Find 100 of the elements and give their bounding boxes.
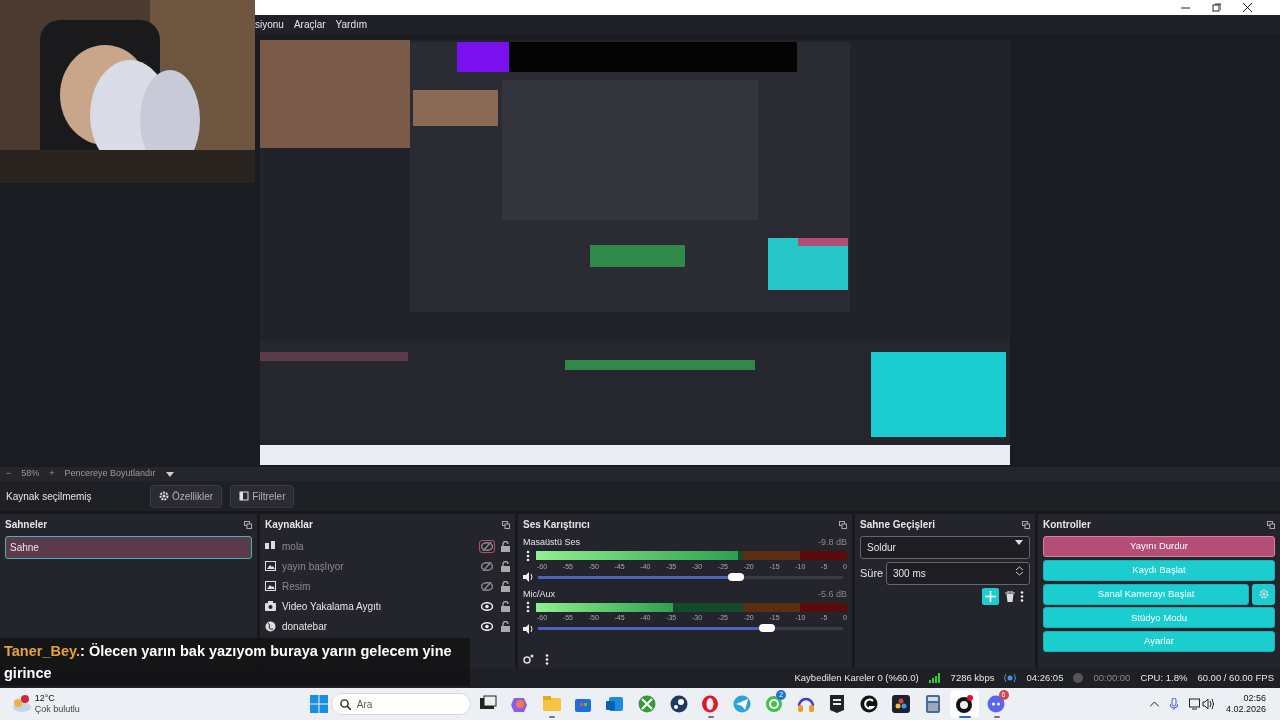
channel-name: Masaüstü Ses	[523, 536, 581, 549]
menu-item[interactable]: Araçlar	[293, 16, 326, 32]
source-name[interactable]: Resim	[282, 578, 473, 594]
chevron-up-icon[interactable]	[1149, 701, 1159, 707]
shield-icon	[828, 695, 847, 713]
close-icon[interactable]	[1243, 3, 1252, 12]
undock-icon[interactable]	[244, 520, 252, 529]
stream-time: 04:26:05	[1026, 670, 1064, 685]
lock-icon[interactable]	[501, 540, 510, 552]
broadcast-icon	[1004, 673, 1017, 683]
visibility-toggle[interactable]	[479, 599, 495, 613]
search-field[interactable]: Ara	[330, 693, 471, 715]
color-dots-icon	[891, 695, 910, 713]
caret-icon[interactable]	[165, 471, 174, 477]
undock-icon[interactable]	[502, 520, 510, 529]
camera-icon	[265, 601, 276, 611]
speaker-icon[interactable]	[523, 572, 534, 582]
globe-icon	[265, 620, 276, 632]
source-name[interactable]: donatebar	[282, 618, 473, 634]
running-indicator	[549, 716, 555, 718]
record-time: 00:00:00	[1093, 670, 1131, 685]
undock-icon[interactable]	[1022, 520, 1030, 529]
chat-message: Taner_Bey.: Ölecen yarın bak yazıyom buraya yarın gelecem yine girince	[0, 638, 470, 686]
text-source-icon	[265, 541, 276, 551]
search-icon	[339, 698, 351, 710]
hidden-toggle[interactable]	[479, 559, 495, 573]
mail-icon	[606, 695, 624, 713]
zoom-in-button[interactable]: +	[49, 467, 55, 481]
running-indicator	[993, 716, 1000, 718]
speaker-icon[interactable]	[523, 623, 534, 634]
clock-date[interactable]: 4.02.2026	[1225, 704, 1266, 715]
lock-icon[interactable]	[501, 600, 510, 612]
transition-dropdown[interactable]: Soldur	[860, 536, 1030, 559]
running-indicator	[707, 716, 714, 718]
image-icon	[265, 561, 276, 571]
folder-icon	[542, 695, 561, 713]
fps: 60.00 / 60.00 FPS	[1197, 670, 1274, 685]
source-name[interactable]: mola	[282, 538, 473, 554]
temperature[interactable]: 12°C	[34, 693, 80, 704]
panel-title: Sahneler	[5, 518, 48, 532]
slider-thumb[interactable]	[758, 624, 775, 632]
dropped-frames: Kaybedilen Kareler 0 (%60.0)	[794, 670, 919, 686]
lock-icon[interactable]	[501, 580, 510, 592]
duration-label: Süre	[860, 566, 884, 581]
spinner-icon[interactable]	[1016, 565, 1023, 576]
search-placeholder: Ara	[356, 697, 373, 712]
zoom-out-button[interactable]: −	[6, 467, 12, 481]
lock-icon[interactable]	[501, 620, 510, 632]
cpu-usage: CPU: 1.8%	[1140, 670, 1188, 685]
undock-icon[interactable]	[1267, 520, 1275, 529]
duration-field[interactable]: 300 ms	[886, 561, 1030, 585]
menu-item[interactable]: siyonu	[255, 16, 284, 32]
more-icon[interactable]	[1020, 590, 1024, 602]
filters-button[interactable]: Filtreler	[230, 484, 295, 508]
signal-icon	[928, 673, 941, 683]
volume-slider[interactable]	[538, 575, 843, 579]
channel-name: Mic/Aux	[523, 587, 555, 601]
menu-item[interactable]: Yardım	[335, 16, 368, 32]
calculator-icon	[923, 695, 942, 713]
running-indicator	[958, 716, 971, 718]
chat-bubble-icon	[764, 695, 783, 713]
panel-title: Kontroller	[1043, 518, 1091, 532]
control-button[interactable]: Yayını Durdur	[1043, 536, 1275, 557]
zoom-level: 58%	[21, 467, 40, 481]
hidden-toggle[interactable]	[479, 579, 495, 593]
source-name[interactable]: yayın başlıyor	[282, 558, 473, 574]
add-button[interactable]	[982, 587, 999, 605]
settings-button[interactable]	[1252, 583, 1275, 605]
undock-icon[interactable]	[839, 520, 847, 529]
scale-mode-button[interactable]: Pencereye Boyutlandır	[64, 467, 156, 481]
volume-slider[interactable]	[538, 627, 843, 630]
clock-time[interactable]: 02:56	[1225, 693, 1266, 704]
hidden-toggle[interactable]	[479, 539, 495, 553]
copilot-icon	[510, 695, 529, 713]
taskbar-button[interactable]	[949, 690, 979, 718]
source-name[interactable]: Video Yakalama Aygıtı	[282, 598, 473, 614]
scene-item[interactable]: Sahne	[5, 536, 252, 559]
more-icon[interactable]	[545, 654, 549, 665]
trash-icon[interactable]	[1004, 590, 1015, 602]
db-reading: -9.8 dB	[817, 536, 847, 549]
network-volume-icon[interactable]	[1188, 698, 1215, 710]
properties-button[interactable]: Özellikler	[150, 484, 223, 508]
panel-title: Sahne Geçişleri	[860, 518, 936, 532]
record-icon	[1073, 673, 1084, 683]
slider-thumb[interactable]	[728, 572, 745, 581]
g-logo-icon	[860, 695, 878, 713]
microphone-icon[interactable]	[1169, 698, 1178, 710]
plus-icon	[985, 590, 996, 602]
paper-plane-icon	[733, 695, 751, 713]
panel-title: Ses Karıştırıcı	[523, 518, 590, 532]
lock-icon[interactable]	[501, 560, 510, 572]
image-icon	[265, 581, 276, 591]
visibility-toggle[interactable]	[479, 619, 495, 633]
restore-icon[interactable]	[1212, 3, 1221, 12]
weather-text[interactable]: Çok bulutlu	[34, 704, 80, 715]
source-status: Kaynak seçilmemiş	[6, 489, 93, 504]
db-reading: -5.6 dB	[817, 587, 847, 601]
weather-icon[interactable]	[10, 695, 32, 713]
caret-icon	[1015, 540, 1023, 545]
record-disc-icon	[955, 695, 974, 713]
